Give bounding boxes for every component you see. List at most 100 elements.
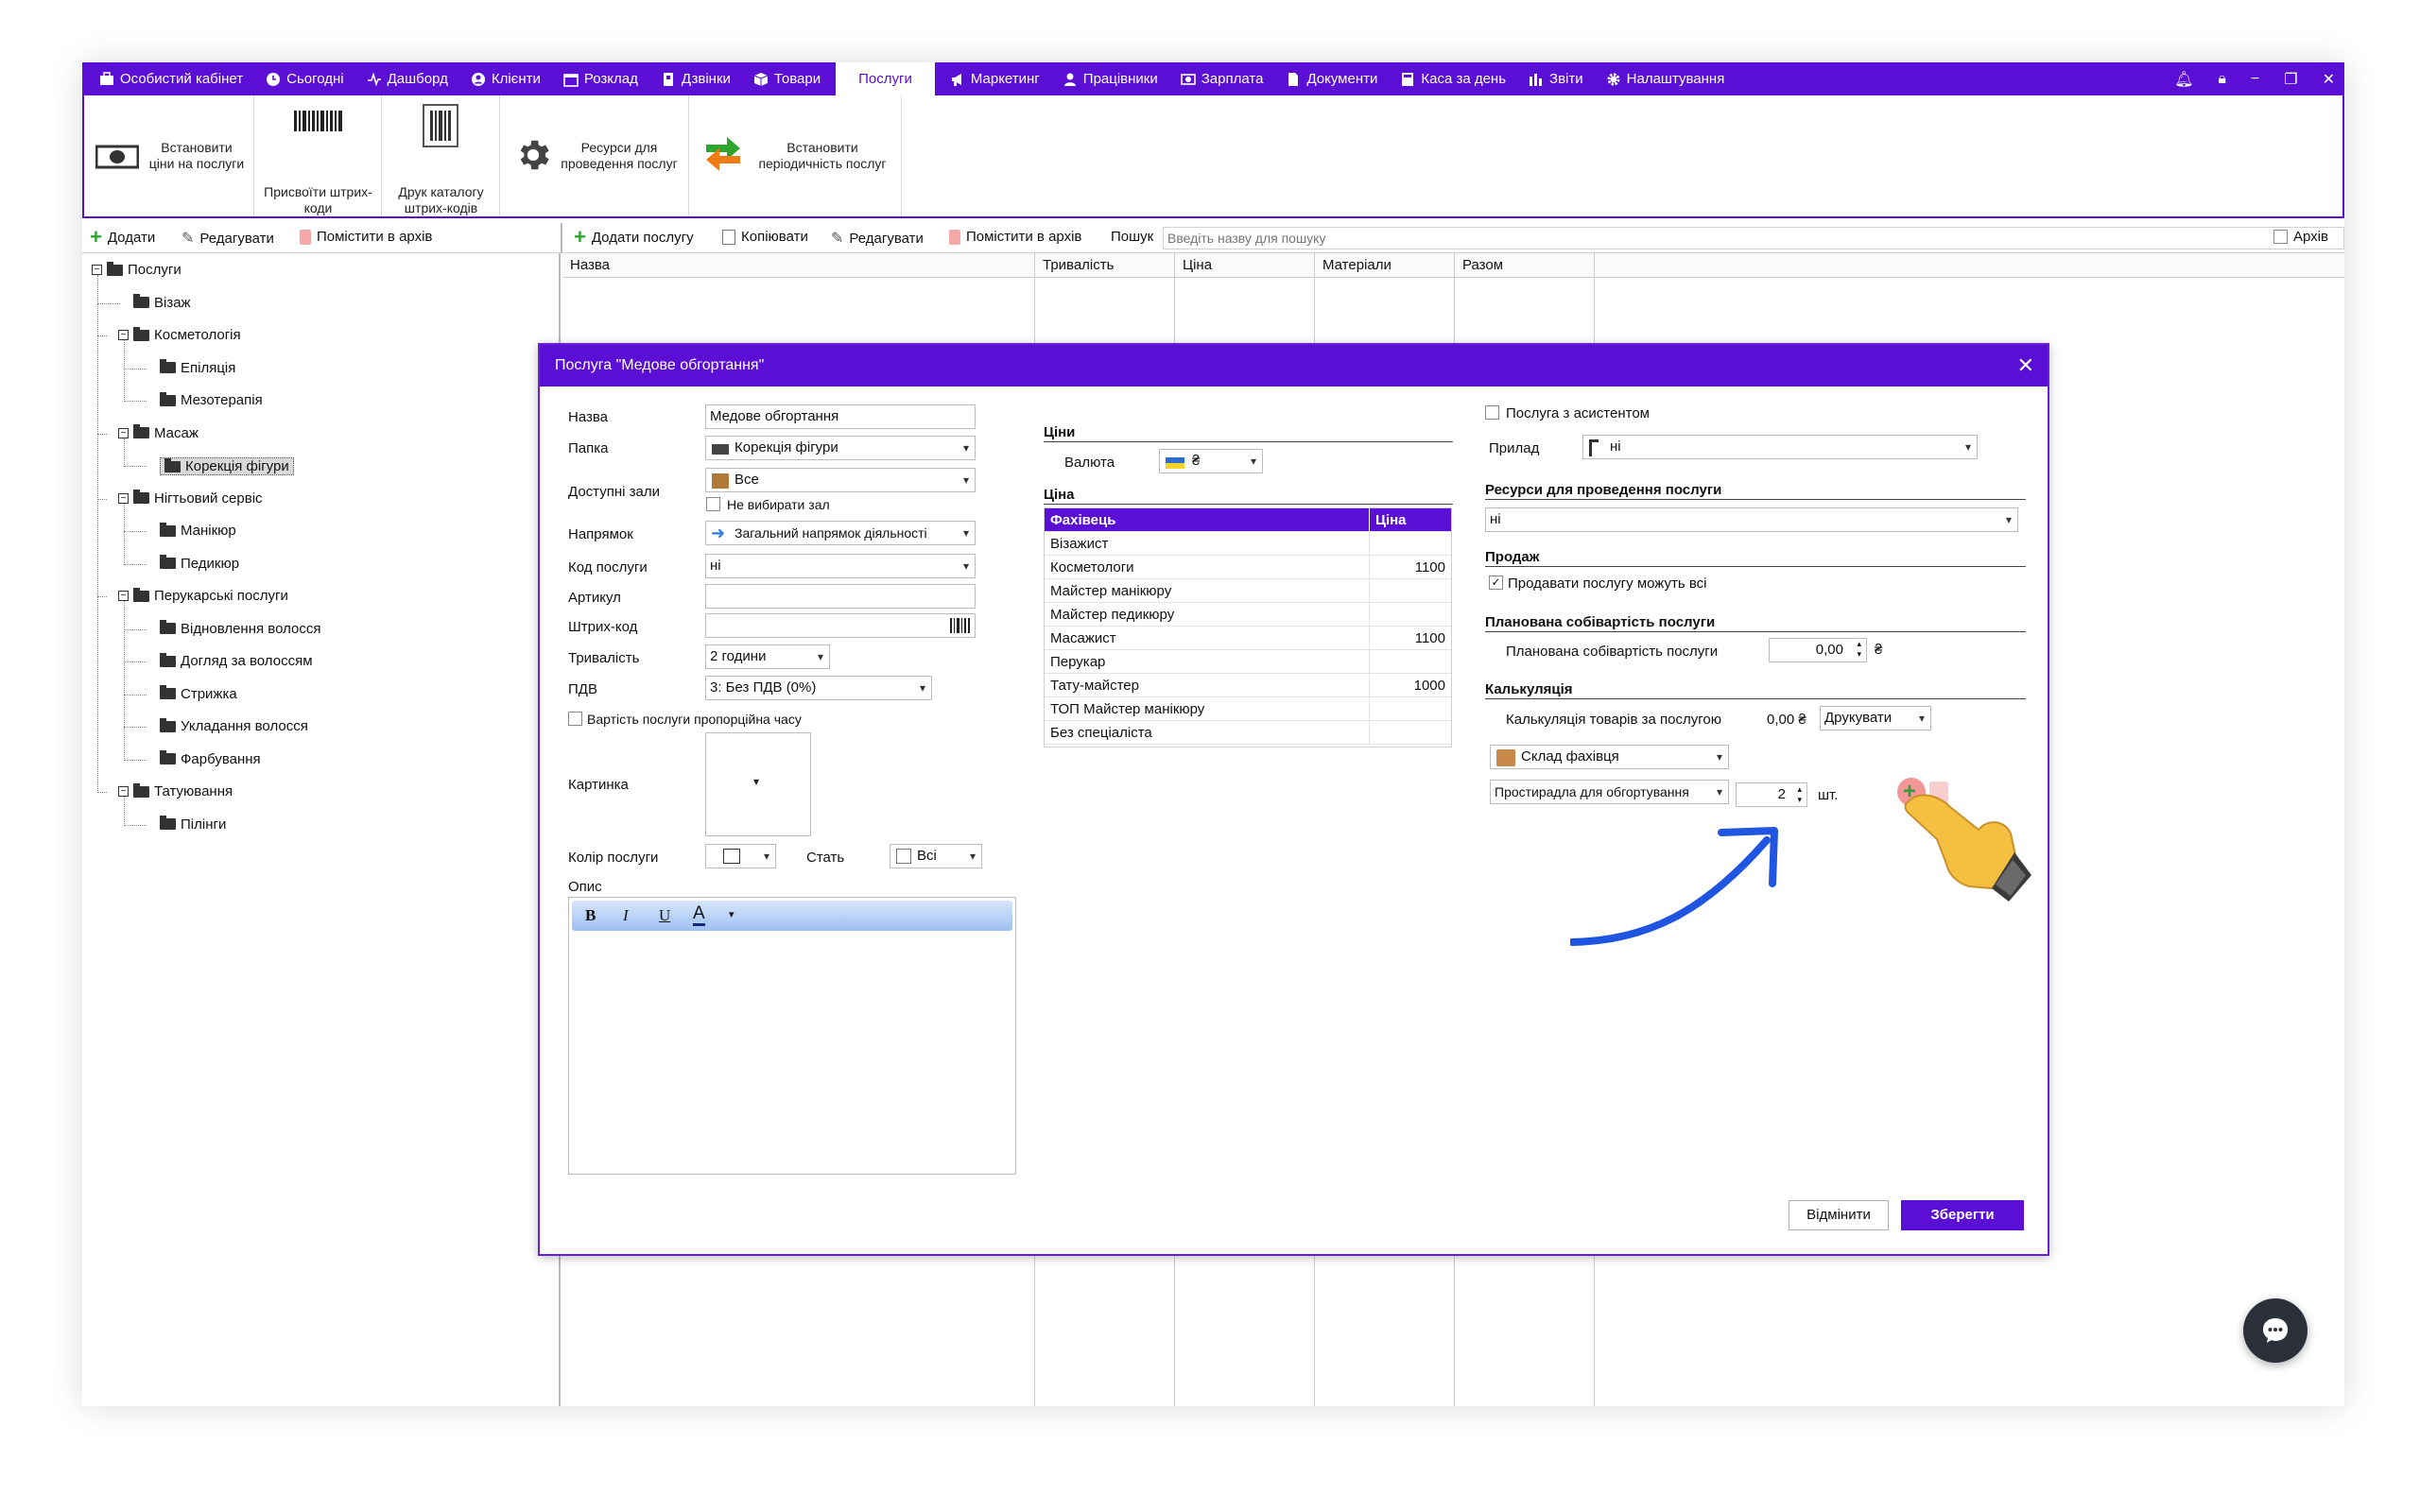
search-input[interactable] xyxy=(1163,227,2344,249)
picture-box[interactable]: ▾ xyxy=(705,732,811,836)
sale-all-checkbox[interactable]: ✓ xyxy=(1489,576,1503,590)
spinner-arrows-icon[interactable]: ▴ ▾ xyxy=(1797,784,1802,805)
no-halls-checkbox[interactable] xyxy=(706,497,720,511)
nav-item-5[interactable]: Дзвінки xyxy=(649,62,742,95)
nav-item-12[interactable]: Каса за день xyxy=(1389,62,1517,95)
nav-item-10[interactable]: Зарплата xyxy=(1169,62,1275,95)
barcode-field[interactable] xyxy=(705,613,976,638)
nav-item-4[interactable]: Розклад xyxy=(552,62,649,95)
price-table-row[interactable]: Майстер педикюру xyxy=(1045,603,1451,627)
bell-icon[interactable]: 🔔︎ xyxy=(2174,70,2193,89)
save-button[interactable]: Зберегти xyxy=(1901,1200,2024,1230)
tree-item[interactable]: Косметологія xyxy=(133,326,241,343)
lock-icon[interactable]: 🔒︎ xyxy=(2218,71,2226,88)
tree-item[interactable]: Епіляція xyxy=(160,359,235,376)
nav-item-0[interactable]: Особистий кабінет xyxy=(88,62,254,95)
tree-item[interactable]: Стрижка xyxy=(160,685,237,702)
tree-item[interactable]: Манікюр xyxy=(160,522,236,539)
resources-button[interactable]: Ресурси для проведення послуг xyxy=(500,95,689,216)
price-cell[interactable]: 1000 xyxy=(1414,674,1445,697)
price-table-row[interactable]: Масажист 1100 xyxy=(1045,627,1451,650)
spinner-arrows-icon[interactable]: ▴ ▾ xyxy=(1857,639,1861,660)
archive-service-button[interactable]: Помістити в архів xyxy=(949,229,1081,245)
resources-select[interactable]: ні xyxy=(1485,507,2018,532)
tree-item[interactable]: Масаж xyxy=(133,424,199,441)
direction-select[interactable]: ➜ Загальний напрямок діяльності xyxy=(705,521,976,545)
print-select[interactable]: Друкувати xyxy=(1820,706,1931,730)
tree-expander-icon[interactable]: − xyxy=(118,786,129,797)
folder-select[interactable]: Корекція фігури xyxy=(705,436,976,460)
nav-item-6[interactable]: Товари xyxy=(742,62,832,95)
bold-button[interactable]: B xyxy=(585,906,596,925)
tree-item[interactable]: Послуги xyxy=(107,261,182,278)
device-select[interactable]: ні xyxy=(1582,435,1978,459)
restore-icon[interactable]: ❐ xyxy=(2284,70,2297,89)
nav-item-9[interactable]: Працівники xyxy=(1051,62,1169,95)
nav-item-14[interactable]: Налаштування xyxy=(1595,62,1737,95)
add-button[interactable]: + Додати xyxy=(90,227,155,248)
add-service-button[interactable]: + Додати послугу xyxy=(574,227,694,248)
chat-button[interactable] xyxy=(2243,1298,2308,1363)
assistant-checkbox[interactable] xyxy=(1485,405,1499,420)
duration-select[interactable]: 2 години xyxy=(705,644,830,669)
code-select[interactable]: ні xyxy=(705,554,976,578)
halls-select[interactable]: Все xyxy=(705,468,976,492)
tree-item[interactable]: Татуювання xyxy=(133,782,233,799)
assign-barcodes-button[interactable]: Присвоїти штрих- коди xyxy=(254,95,382,216)
tree-expander-icon[interactable]: − xyxy=(118,330,129,340)
nav-item-8[interactable]: Маркетинг xyxy=(939,62,1051,95)
color-select[interactable] xyxy=(705,844,776,868)
tree-item[interactable]: Перукарські послуги xyxy=(133,587,288,604)
price-table-row[interactable]: Тату-майстер 1000 xyxy=(1045,674,1451,697)
edit-button[interactable]: ✎ Редагувати xyxy=(182,229,274,248)
dialog-close-icon[interactable]: ✕ xyxy=(2017,345,2034,387)
price-table-row[interactable]: Косметологи 1100 xyxy=(1045,556,1451,579)
tree-expander-icon[interactable]: − xyxy=(92,265,102,275)
chevron-down-icon[interactable]: ▾ xyxy=(729,908,735,920)
tree-item[interactable]: Відновлення волосся xyxy=(160,620,321,637)
archive-filter[interactable]: Архів xyxy=(2273,229,2328,245)
tree-item[interactable]: Фарбування xyxy=(160,750,261,767)
tree-item[interactable]: Пілінги xyxy=(160,816,226,833)
tree-item[interactable]: Укладання волосся xyxy=(160,717,308,734)
cancel-button[interactable]: Відмінити xyxy=(1789,1200,1889,1230)
price-table-row[interactable]: Візажист xyxy=(1045,532,1451,556)
price-table-row[interactable]: Без спеціаліста xyxy=(1045,721,1451,745)
tree-item[interactable]: Візаж xyxy=(133,294,191,311)
italic-button[interactable]: I xyxy=(623,906,629,925)
qty-spinner[interactable]: 2 ▴ ▾ xyxy=(1736,782,1807,807)
nav-item-11[interactable]: Документи xyxy=(1274,62,1389,95)
text-color-icon[interactable]: A xyxy=(693,904,705,926)
column-header-price[interactable]: Ціна xyxy=(1175,253,1315,278)
close-icon[interactable]: ✕ xyxy=(2323,70,2335,89)
underline-button[interactable]: U xyxy=(659,906,670,925)
price-table-row[interactable]: Перукар xyxy=(1045,650,1451,674)
tree-item[interactable]: Педикюр xyxy=(160,555,239,572)
nav-item-3[interactable]: Клієнти xyxy=(459,62,552,95)
barcode-icon[interactable] xyxy=(950,618,971,633)
archive-checkbox[interactable] xyxy=(2273,230,2288,244)
periodicity-button[interactable]: Встановити періодичність послуг xyxy=(689,95,902,216)
price-cell[interactable]: 1100 xyxy=(1415,556,1445,579)
column-header-total[interactable]: Разом xyxy=(1455,253,1595,278)
warehouse-select[interactable]: Склад фахівця xyxy=(1490,745,1729,769)
column-header-name[interactable]: Назва xyxy=(562,253,1035,278)
nav-item-13[interactable]: Звіти xyxy=(1517,62,1595,95)
currency-select[interactable]: ₴ xyxy=(1159,449,1263,473)
column-header-duration[interactable]: Тривалість xyxy=(1035,253,1175,278)
article-field[interactable] xyxy=(705,584,976,609)
tree-expander-icon[interactable]: − xyxy=(118,427,129,438)
archive-button[interactable]: Помістити в архів xyxy=(300,229,432,245)
price-table-row[interactable]: Майстер манікюру xyxy=(1045,579,1451,603)
column-header-materials[interactable]: Матеріали xyxy=(1315,253,1455,278)
tree-item[interactable]: Мезотерапія xyxy=(160,391,263,408)
tree-expander-icon[interactable]: − xyxy=(118,591,129,601)
description-editor[interactable]: B I U A ▾ xyxy=(568,897,1016,1175)
proportional-checkbox[interactable] xyxy=(568,712,582,726)
gender-select[interactable]: Всі xyxy=(890,844,982,868)
tree-item[interactable]: Нігтьовий сервіс xyxy=(133,490,263,507)
nav-item-2[interactable]: Дашборд xyxy=(355,62,459,95)
price-cell[interactable]: 1100 xyxy=(1415,627,1445,650)
copy-button[interactable]: Копіювати xyxy=(722,229,808,245)
price-table-row[interactable]: ТОП Майстер манікюру xyxy=(1045,697,1451,721)
